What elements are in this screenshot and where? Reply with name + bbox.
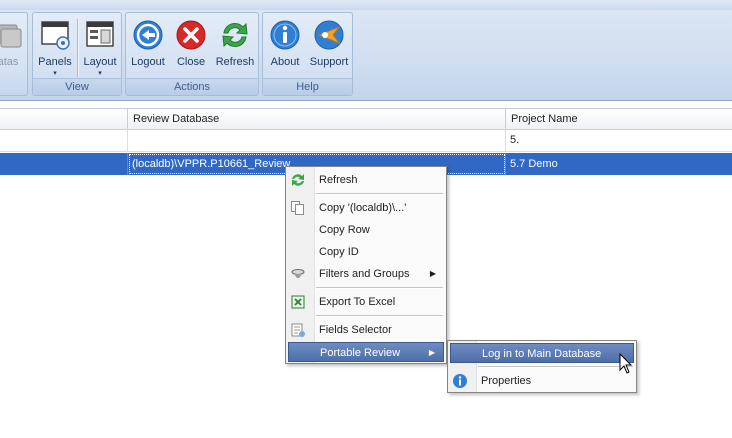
refresh-label: Refresh — [215, 56, 255, 68]
menu-item-copy-id[interactable]: Copy ID — [288, 242, 444, 262]
ribbon-group-help: About Support Help — [262, 12, 353, 96]
copy-icon — [291, 201, 304, 215]
table-row[interactable]: 5. — [0, 129, 732, 152]
info-icon — [453, 374, 467, 388]
refresh-button[interactable]: Refresh — [214, 16, 256, 78]
panels-icon — [41, 21, 70, 50]
menu-label: Log in to Main Database — [482, 348, 602, 360]
menu-item-portable-review[interactable]: Portable Review ▶ — [288, 342, 444, 362]
menu-item-filters-and-groups[interactable]: Filters and Groups ▶ — [288, 264, 444, 284]
about-label: About — [270, 56, 300, 68]
layout-icon — [86, 21, 114, 47]
cut-off-label: atas — [0, 56, 19, 68]
menu-label: Export To Excel — [319, 296, 396, 308]
refresh-icon — [222, 22, 248, 48]
table-cell: 5. — [510, 134, 520, 146]
menu-item-copy-value[interactable]: Copy '(localdb)\...' — [288, 198, 444, 218]
table-cell — [128, 129, 506, 151]
menu-item-properties[interactable]: Properties — [450, 371, 634, 391]
menu-label: Copy Row — [319, 224, 370, 236]
ribbon-group-cut: atas — [0, 12, 28, 96]
table-cell — [0, 153, 128, 175]
submenu-arrow-icon: ▶ — [428, 348, 435, 357]
portable-review-submenu: Log in to Main Database Properties — [447, 340, 637, 393]
menu-label: Properties — [481, 375, 532, 387]
menu-label: Filters and Groups — [319, 268, 410, 280]
logout-button[interactable]: Logout — [128, 16, 168, 78]
panels-dropdown-icon: ▾ — [53, 70, 57, 77]
logout-label: Logout — [131, 56, 165, 68]
menu-item-refresh[interactable]: Refresh — [288, 170, 444, 190]
group-label-help: Help — [263, 78, 352, 95]
mouse-cursor-icon — [619, 353, 633, 374]
close-button[interactable]: Close — [172, 16, 210, 78]
filter-icon — [291, 269, 305, 278]
panels-label: Panels — [38, 56, 72, 68]
layout-button[interactable]: Layout ▾ — [79, 16, 121, 78]
menu-item-fields-selector[interactable]: Fields Selector — [288, 320, 444, 340]
layout-dropdown-icon: ▾ — [98, 70, 102, 77]
ribbon-group-actions: Logout Close Refresh Actions — [125, 12, 259, 96]
menu-label: Copy ID — [319, 246, 359, 258]
menu-item-export-to-excel[interactable]: Export To Excel — [288, 292, 444, 312]
support-button[interactable]: Support — [307, 16, 351, 78]
ribbon-group-view: Panels ▾ Layout ▾ View — [32, 12, 122, 96]
group-label-actions: Actions — [126, 78, 258, 95]
close-label: Close — [176, 56, 206, 68]
panels-button[interactable]: Panels ▾ — [35, 16, 75, 78]
excel-icon — [291, 295, 305, 309]
table-cell — [0, 129, 128, 151]
menu-item-copy-row[interactable]: Copy Row — [288, 220, 444, 240]
datas-icon — [0, 24, 22, 48]
logout-icon — [133, 20, 163, 50]
column-header-project-name[interactable]: Project Name — [506, 109, 732, 129]
column-header-first[interactable] — [0, 109, 128, 129]
refresh-icon — [292, 174, 304, 186]
menu-label: Copy '(localdb)\...' — [319, 202, 407, 214]
close-icon — [176, 20, 206, 50]
project-name-cell: 5.7 Demo — [510, 158, 558, 170]
ribbon: atas Panels ▾ Layout ▾ View Logout Close… — [0, 10, 732, 101]
menu-separator — [316, 315, 443, 317]
menu-label: Fields Selector — [319, 324, 392, 336]
fields-icon — [291, 323, 305, 337]
grid-header: Review Database Project Name — [0, 108, 732, 130]
submenu-arrow-icon: ▶ — [429, 269, 436, 278]
menu-separator — [478, 366, 633, 368]
menu-separator — [316, 287, 443, 289]
menu-label: Portable Review — [320, 347, 401, 359]
menu-separator — [316, 193, 443, 195]
about-button[interactable]: About — [265, 16, 305, 78]
support-icon — [314, 20, 344, 50]
menu-item-log-in-to-main-database[interactable]: Log in to Main Database — [450, 343, 634, 363]
menu-label: Refresh — [319, 174, 358, 186]
column-header-review-database[interactable]: Review Database — [128, 109, 506, 129]
support-label: Support — [309, 56, 349, 68]
group-label-view: View — [33, 78, 121, 95]
cut-off-button[interactable]: atas — [0, 16, 25, 78]
info-icon — [270, 20, 300, 50]
layout-label: Layout — [83, 56, 117, 68]
context-menu: Refresh Copy '(localdb)\...' Copy Row Co… — [285, 166, 447, 364]
